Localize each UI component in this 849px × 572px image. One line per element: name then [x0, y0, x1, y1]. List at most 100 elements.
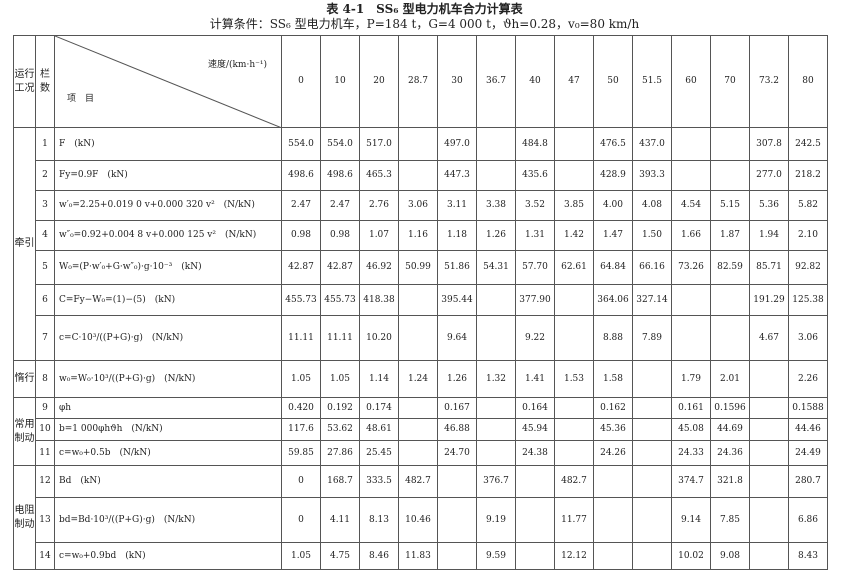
row-item-formula: C=Fy−W₀=(1)−(5) (kN): [54, 284, 282, 316]
value-cell: 4.08: [632, 190, 672, 221]
value-cell: 9.64: [437, 315, 477, 361]
header-speed: 51.5: [632, 35, 672, 128]
value-cell: [398, 397, 438, 419]
value-cell: 0.1596: [710, 397, 750, 419]
value-cell: [749, 440, 789, 466]
value-cell: [632, 397, 672, 419]
value-cell: 2.10: [788, 220, 828, 251]
row-number: 12: [35, 465, 55, 498]
value-cell: 6.86: [788, 497, 828, 543]
value-cell: 42.87: [320, 250, 360, 285]
row-item-formula: Fy=0.9F (kN): [54, 160, 282, 191]
row-item-formula: Bd (kN): [54, 465, 282, 498]
row-number: 8: [35, 360, 55, 398]
value-cell: [593, 465, 633, 498]
value-cell: 484.8: [515, 127, 555, 161]
table-row: 电阻制动 12 Bd (kN) 0 168.7 333.5 482.7 376.7 482.7 3…: [13, 465, 828, 570]
value-cell: 24.33: [671, 440, 711, 466]
value-cell: 2.01: [710, 360, 750, 398]
table-row: 11 c=w₀+0.5b (N/kN) 59.85 27.86 25.45 24.70 24…: [14, 440, 828, 466]
value-cell: [515, 465, 555, 498]
row-item-formula: F (kN): [54, 127, 282, 161]
value-cell: 393.3: [632, 160, 672, 191]
value-cell: 0: [281, 465, 321, 498]
row-item-formula: W₀=(P·w′₀+G·w″₀)·g·10⁻³ (kN): [54, 250, 282, 285]
value-cell: 7.89: [632, 315, 672, 361]
value-cell: 64.84: [593, 250, 633, 285]
header-speed: 80: [788, 35, 828, 128]
value-cell: 1.18: [437, 220, 477, 251]
value-cell: [554, 315, 594, 361]
group-label-coasting: 惰行: [13, 360, 36, 398]
row-number: 2: [35, 160, 55, 191]
value-cell: [398, 127, 438, 161]
value-cell: 73.26: [671, 250, 711, 285]
value-cell: 3.06: [788, 315, 828, 361]
value-cell: 168.7: [320, 465, 360, 498]
value-cell: 333.5: [359, 465, 399, 498]
value-cell: 24.26: [593, 440, 633, 466]
value-cell: 2.47: [320, 190, 360, 221]
value-cell: [437, 497, 477, 543]
value-cell: 321.8: [710, 465, 750, 498]
value-cell: 46.88: [437, 418, 477, 441]
value-cell: 517.0: [359, 127, 399, 161]
value-cell: [554, 440, 594, 466]
value-cell: [710, 284, 750, 316]
calculation-table: 运行工况 栏数 速度/(km·h⁻¹) 项 目 0 10 20 28.7 30 …: [13, 35, 828, 570]
value-cell: 24.38: [515, 440, 555, 466]
value-cell: [554, 160, 594, 191]
value-cell: 0.164: [515, 397, 555, 419]
row-item-formula: w″₀=0.92+0.004 8 v+0.000 125 v² (N/kN): [54, 220, 282, 251]
row-number: 4: [35, 220, 55, 251]
value-cell: 435.6: [515, 160, 555, 191]
value-cell: 1.07: [359, 220, 399, 251]
value-cell: 1.53: [554, 360, 594, 398]
value-cell: 24.70: [437, 440, 477, 466]
value-cell: [554, 284, 594, 316]
table-row: 牵引 1 F (kN) 554.0 554.0 517.0 497.0 484.8 476.5 4…: [13, 127, 828, 361]
row-number: 14: [35, 542, 55, 570]
value-cell: 1.31: [515, 220, 555, 251]
value-cell: 4.67: [749, 315, 789, 361]
value-cell: 85.71: [749, 250, 789, 285]
value-cell: 218.2: [788, 160, 828, 191]
value-cell: 327.14: [632, 284, 672, 316]
value-cell: 447.3: [437, 160, 477, 191]
value-cell: 45.94: [515, 418, 555, 441]
value-cell: [749, 497, 789, 543]
value-cell: 4.00: [593, 190, 633, 221]
group-label-resistance: 电阻制动: [13, 465, 36, 570]
value-cell: [476, 315, 516, 361]
value-cell: 376.7: [476, 465, 516, 498]
header-speed: 28.7: [398, 35, 438, 128]
value-cell: 59.85: [281, 440, 321, 466]
value-cell: 8.46: [359, 542, 399, 570]
table-row: 10 b=1 000φhϑh (N/kN) 117.6 53.62 48.61 46.88…: [14, 418, 828, 441]
value-cell: 62.61: [554, 250, 594, 285]
row-number: 9: [35, 397, 55, 419]
value-cell: 277.0: [749, 160, 789, 191]
value-cell: [476, 418, 516, 441]
header-item-cell: 速度/(km·h⁻¹) 项 目: [54, 35, 282, 128]
value-cell: 1.14: [359, 360, 399, 398]
table-row: 4 w″₀=0.92+0.004 8 v+0.000 125 v² (N/kN) 0…: [14, 220, 828, 251]
value-cell: 374.7: [671, 465, 711, 498]
value-cell: [593, 542, 633, 570]
value-cell: 4.54: [671, 190, 711, 221]
header-speed-label: 速度/(km·h⁻¹): [207, 60, 267, 70]
value-cell: 11.11: [320, 315, 360, 361]
value-cell: 10.02: [671, 542, 711, 570]
value-cell: [554, 397, 594, 419]
value-cell: 1.66: [671, 220, 711, 251]
value-cell: 428.9: [593, 160, 633, 191]
row-item-formula: φh: [54, 397, 282, 419]
value-cell: [749, 397, 789, 419]
value-cell: [476, 397, 516, 419]
value-cell: 12.12: [554, 542, 594, 570]
value-cell: 364.06: [593, 284, 633, 316]
value-cell: 455.73: [281, 284, 321, 316]
value-cell: [671, 284, 711, 316]
value-cell: 2.26: [788, 360, 828, 398]
header-speed: 20: [359, 35, 399, 128]
